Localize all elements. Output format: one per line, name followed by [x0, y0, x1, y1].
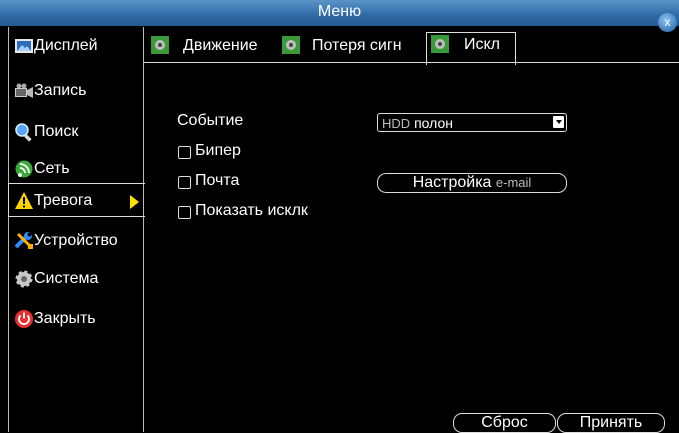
mail-label: Почта [195, 172, 240, 189]
event-select[interactable]: HDD полон [377, 113, 567, 132]
chevron-down-icon[interactable] [553, 116, 564, 128]
video-loss-icon [282, 36, 300, 54]
sidebar: Дисплей Запись Поиск Сеть Тревога Устрой… [8, 27, 145, 432]
sidebar-item-close[interactable]: Закрыть [9, 302, 145, 336]
event-label: Событие [177, 112, 244, 129]
chevron-right-icon [130, 195, 139, 209]
sidebar-item-label: Устройство [34, 232, 118, 249]
sidebar-item-label: Закрыть [34, 310, 96, 327]
sidebar-item-label: Дисплей [34, 37, 98, 54]
reset-button[interactable]: Сброс [453, 413, 556, 433]
motion-icon [151, 36, 169, 54]
email-setup-button[interactable]: Настройка e-mail [377, 173, 567, 193]
sidebar-item-label: Поиск [34, 123, 79, 140]
exception-icon [431, 35, 449, 53]
tab-label: Движение [183, 37, 258, 54]
title-bar: Меню x [0, 0, 679, 32]
tab-label: Потеря сигн [312, 37, 402, 54]
network-icon [15, 160, 33, 178]
search-icon [15, 123, 32, 142]
beeper-checkbox[interactable] [178, 146, 191, 159]
sidebar-item-label: Сеть [34, 160, 70, 177]
warning-icon [15, 192, 33, 209]
tab-label: Искл [464, 36, 501, 53]
show-exception-label: Показать исклк [195, 202, 308, 219]
mail-checkbox[interactable] [178, 176, 191, 189]
tab-exception[interactable]: Искл [426, 32, 516, 65]
power-icon [15, 310, 33, 328]
sidebar-item-label: Тревога [34, 192, 93, 209]
sidebar-item-label: Система [34, 270, 99, 287]
record-icon [15, 83, 33, 98]
sidebar-item-record[interactable]: Запись [9, 74, 145, 108]
sidebar-item-alarm[interactable]: Тревога [8, 183, 145, 217]
tab-divider [144, 62, 679, 63]
sidebar-item-search[interactable]: Поиск [9, 115, 145, 149]
tab-bar: Движение Потеря сигн Искл [144, 27, 679, 65]
display-icon [15, 39, 33, 53]
gear-icon [15, 270, 33, 288]
window-title: Меню [317, 3, 362, 20]
apply-button[interactable]: Принять [557, 413, 665, 433]
tab-motion[interactable]: Движение [148, 33, 276, 63]
sidebar-item-system[interactable]: Система [9, 262, 145, 296]
sidebar-item-device[interactable]: Устройство [9, 224, 145, 258]
sidebar-item-display[interactable]: Дисплей [9, 29, 145, 63]
event-select-value: HDD полон [382, 115, 453, 131]
tools-icon [14, 232, 33, 249]
sidebar-item-network[interactable]: Сеть [9, 152, 145, 186]
tab-video-loss[interactable]: Потеря сигн [279, 33, 424, 63]
show-exception-checkbox[interactable] [178, 206, 191, 219]
menu-window: Меню x Дисплей Запись Поиск Сеть Тревога… [0, 0, 679, 433]
beeper-label: Бипер [195, 142, 241, 159]
sidebar-item-label: Запись [34, 82, 87, 99]
